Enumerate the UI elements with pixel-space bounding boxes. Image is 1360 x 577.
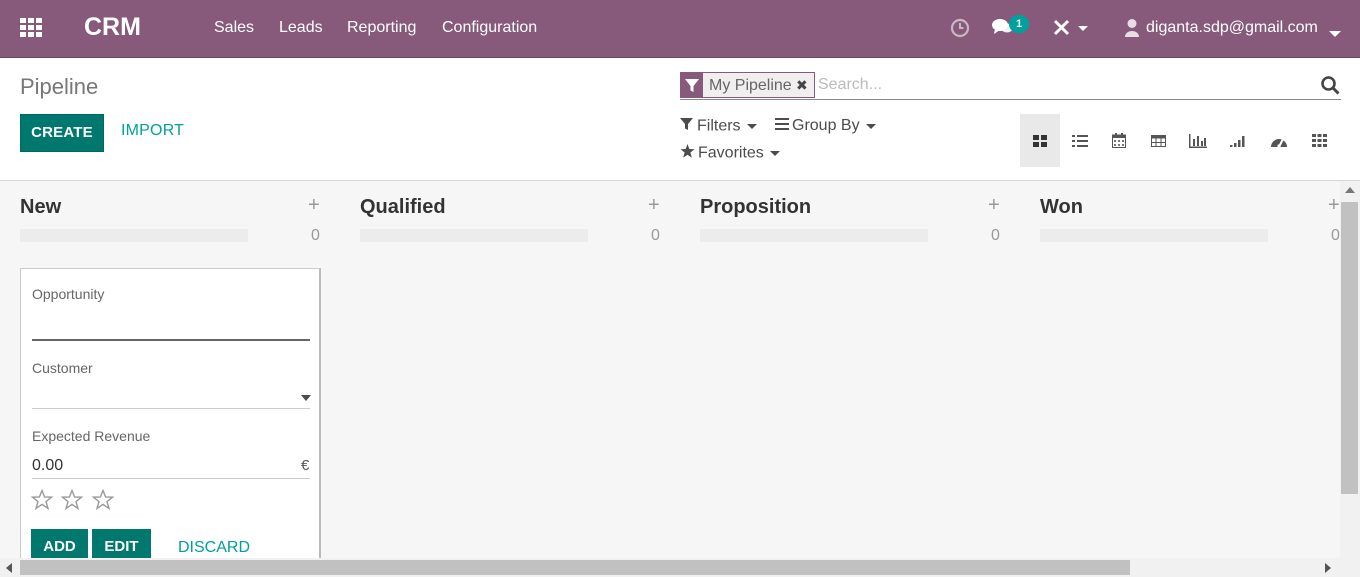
- discard-button[interactable]: DISCARD: [178, 539, 250, 557]
- apps-menu-icon[interactable]: [20, 18, 42, 38]
- revenue-label: Expected Revenue: [32, 428, 151, 444]
- scroll-right-icon[interactable]: [1325, 563, 1331, 573]
- horizontal-scroll-thumb[interactable]: [20, 560, 1130, 575]
- activity-clock-icon[interactable]: [950, 18, 970, 43]
- user-avatar-icon[interactable]: [1124, 18, 1140, 43]
- column-count: 0: [651, 227, 660, 244]
- messages-count-badge: 1: [1009, 15, 1029, 33]
- control-panel: Pipeline CREATE IMPORT My Pipeline ✖ Fil…: [0, 58, 1360, 181]
- kanban-column-proposition: Proposition + 0: [700, 181, 1020, 558]
- star-outline-icon[interactable]: [91, 488, 115, 515]
- signal-chart-icon: [1230, 135, 1245, 147]
- opportunity-input[interactable]: [32, 313, 310, 337]
- pivot-view-icon: [1150, 134, 1166, 147]
- filters-dropdown[interactable]: Filters: [680, 117, 757, 136]
- vertical-scrollbar[interactable]: [1340, 181, 1360, 558]
- graph-view-button[interactable]: [1178, 114, 1218, 167]
- filter-icon: [680, 117, 694, 136]
- kanban-board: New + 0 Qualified + 0 Proposition + 0 Wo…: [0, 181, 1340, 558]
- app-brand[interactable]: CRM: [84, 13, 141, 42]
- facet-remove-icon[interactable]: ✖: [796, 77, 808, 94]
- star-outline-icon[interactable]: [30, 488, 54, 515]
- column-progress-bar: [20, 229, 248, 242]
- column-progress-bar: [700, 229, 928, 242]
- cohort-view-button[interactable]: [1218, 114, 1258, 167]
- filters-label: Filters: [697, 117, 741, 135]
- dashboard-view-button[interactable]: [1259, 114, 1299, 167]
- menu-leads[interactable]: Leads: [279, 19, 323, 37]
- column-quick-add-icon[interactable]: +: [1328, 194, 1340, 217]
- user-menu[interactable]: diganta.sdp@gmail.com: [1146, 19, 1318, 37]
- vertical-scroll-thumb[interactable]: [1341, 202, 1358, 494]
- quick-create-card: Opportunity Customer Expected Revenue 0.…: [20, 268, 321, 558]
- revenue-underline: [32, 478, 310, 479]
- grid-view-icon: [1311, 134, 1327, 147]
- column-title[interactable]: New: [20, 196, 61, 219]
- priority-stars: [30, 488, 118, 515]
- kanban-view-icon: [1033, 134, 1047, 147]
- group-by-label: Group By: [792, 117, 860, 135]
- column-title[interactable]: Qualified: [360, 196, 446, 219]
- column-quick-add-icon[interactable]: +: [648, 194, 660, 217]
- activity-view-button[interactable]: [1299, 114, 1339, 167]
- menu-sales[interactable]: Sales: [214, 19, 254, 37]
- search-bar: My Pipeline ✖: [680, 70, 1341, 100]
- search-facet: My Pipeline ✖: [680, 72, 815, 98]
- facet-label: My Pipeline: [709, 77, 792, 94]
- revenue-input[interactable]: 0.00: [32, 457, 63, 475]
- list-view-button[interactable]: [1060, 114, 1100, 167]
- column-progress-bar: [1040, 229, 1268, 242]
- import-button[interactable]: IMPORT: [121, 122, 184, 140]
- search-icon[interactable]: [1321, 76, 1340, 100]
- customer-label: Customer: [32, 360, 93, 376]
- customer-dropdown-caret-icon[interactable]: [301, 395, 311, 401]
- column-title[interactable]: Proposition: [700, 196, 811, 219]
- scroll-left-icon[interactable]: [6, 563, 12, 573]
- favorites-label: Favorites: [698, 144, 764, 162]
- pivot-view-button[interactable]: [1138, 114, 1178, 167]
- tools-icon[interactable]: [1053, 19, 1089, 42]
- star-outline-icon[interactable]: [61, 488, 84, 515]
- column-count: 0: [311, 227, 320, 244]
- create-button[interactable]: CREATE: [20, 114, 104, 152]
- kanban-view-button[interactable]: [1020, 114, 1060, 167]
- favorites-dropdown[interactable]: Favorites: [680, 144, 780, 163]
- horizontal-scrollbar[interactable]: [0, 558, 1360, 577]
- tachometer-icon: [1271, 138, 1287, 148]
- calendar-view-button[interactable]: [1099, 114, 1139, 167]
- column-progress-bar: [360, 229, 588, 242]
- column-count: 0: [1331, 227, 1340, 244]
- list-view-icon: [1072, 134, 1088, 147]
- customer-input[interactable]: [32, 385, 292, 407]
- kanban-column-won: Won + 0: [1040, 181, 1340, 558]
- opportunity-label: Opportunity: [32, 286, 105, 302]
- menu-reporting[interactable]: Reporting: [347, 19, 416, 37]
- search-input[interactable]: [818, 74, 1298, 96]
- kanban-column-qualified: Qualified + 0: [360, 181, 680, 558]
- customer-underline: [32, 408, 310, 409]
- column-count: 0: [991, 227, 1000, 244]
- column-title[interactable]: Won: [1040, 196, 1083, 219]
- column-quick-add-icon[interactable]: +: [308, 194, 320, 217]
- user-menu-caret-icon[interactable]: [1329, 25, 1341, 43]
- star-icon: [680, 144, 695, 163]
- filter-facet-icon: [681, 73, 703, 97]
- bars-icon: [775, 117, 789, 135]
- scroll-up-icon[interactable]: [1345, 187, 1355, 193]
- top-navbar: CRM Sales Leads Reporting Configuration …: [0, 0, 1360, 58]
- calendar-view-icon: [1112, 133, 1126, 148]
- bar-chart-icon: [1189, 133, 1207, 148]
- opportunity-underline: [32, 339, 310, 341]
- column-quick-add-icon[interactable]: +: [988, 194, 1000, 217]
- breadcrumb: Pipeline: [20, 74, 99, 99]
- edit-button[interactable]: EDIT: [92, 529, 151, 558]
- currency-symbol: €: [301, 457, 310, 474]
- menu-configuration[interactable]: Configuration: [442, 19, 537, 37]
- add-button[interactable]: ADD: [31, 529, 88, 558]
- group-by-dropdown[interactable]: Group By: [775, 117, 876, 135]
